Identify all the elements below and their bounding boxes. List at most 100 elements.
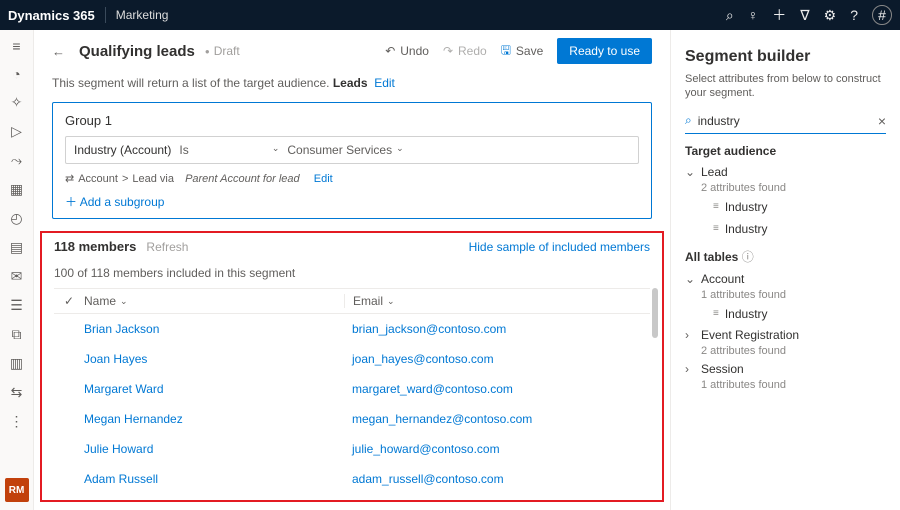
tree-session[interactable]: ›Session xyxy=(685,359,886,379)
search-input[interactable] xyxy=(698,114,878,128)
chevron-down-icon: ⌄ xyxy=(396,143,404,157)
all-tables-label: All tables ⓘ xyxy=(685,248,886,265)
edit-path-link[interactable]: Edit xyxy=(314,173,333,185)
user-badge[interactable]: RM xyxy=(5,478,29,502)
add-subgroup-button[interactable]: ＋ Add a subgroup xyxy=(65,193,639,210)
text-field-icon: ≡ xyxy=(713,223,719,234)
journey-icon[interactable]: ⤳ xyxy=(11,152,22,169)
condition-attribute: Industry (Account) xyxy=(74,143,171,157)
members-count: 118 members xyxy=(54,239,136,254)
member-name[interactable]: Julie Howard xyxy=(84,442,344,456)
copy-icon[interactable]: ⧉ xyxy=(12,326,22,343)
user-avatar[interactable]: # xyxy=(872,5,892,25)
tree-event-count: 2 attributes found xyxy=(685,345,886,357)
page-title: Qualifying leads xyxy=(79,43,195,60)
member-name[interactable]: Margaret Ward xyxy=(84,382,344,396)
library-icon[interactable]: ▥ xyxy=(10,355,23,372)
redo-button[interactable]: ↷Redo xyxy=(443,44,487,58)
mail-icon[interactable]: ✉ xyxy=(11,268,23,285)
tree-session-count: 1 attributes found xyxy=(685,379,886,391)
search-icon[interactable]: ⌕ xyxy=(726,7,734,24)
pin-icon[interactable]: ✧ xyxy=(11,94,23,111)
member-email[interactable]: margaret_ward@contoso.com xyxy=(344,382,650,396)
members-table: ✓ Name⌄ Email⌄ Brian Jacksonbrian_jackso… xyxy=(54,288,650,494)
table-row[interactable]: Joan Hayesjoan_hayes@contoso.com xyxy=(54,344,650,374)
column-name[interactable]: Name⌄ xyxy=(84,294,344,308)
sidebar-help: Select attributes from below to construc… xyxy=(685,72,886,101)
help-icon[interactable]: ? xyxy=(850,7,858,23)
form-icon[interactable]: ☰ xyxy=(10,297,23,314)
column-email[interactable]: Email⌄ xyxy=(344,294,650,308)
table-row[interactable]: Adam Russelladam_russell@contoso.com xyxy=(54,464,650,494)
search-icon: ⌕ xyxy=(685,113,692,128)
play-icon[interactable]: ▷ xyxy=(11,123,22,140)
segment-builder-pane: Segment builder Select attributes from b… xyxy=(670,30,900,510)
info-icon[interactable]: ⓘ xyxy=(742,250,754,264)
redo-icon: ↷ xyxy=(443,44,453,58)
table-row[interactable]: Megan Hernandezmegan_hernandez@contoso.c… xyxy=(54,404,650,434)
relationship-path: ⇄ Account > Lead via Parent Account for … xyxy=(65,172,639,185)
member-name[interactable]: Megan Hernandez xyxy=(84,412,344,426)
clock-icon[interactable]: ◴ xyxy=(10,210,22,227)
clear-search-icon[interactable]: × xyxy=(878,113,886,129)
save-button[interactable]: 🖫Save xyxy=(501,41,544,62)
add-icon[interactable]: ＋ xyxy=(772,5,786,25)
tree-event-registration[interactable]: ›Event Registration xyxy=(685,325,886,345)
segment-description: This segment will return a list of the t… xyxy=(34,72,670,102)
hide-sample-link[interactable]: Hide sample of included members xyxy=(469,240,650,254)
table-row[interactable]: Julie Howardjulie_howard@contoso.com xyxy=(54,434,650,464)
back-button[interactable]: ← xyxy=(52,44,65,59)
global-nav: Dynamics 365 Marketing ⌕ ♀ ＋ ∇ ⚙ ? # xyxy=(0,0,900,30)
relation-icon: ⇄ xyxy=(65,172,74,185)
condition-operator-dropdown[interactable]: Is⌄ xyxy=(179,143,279,157)
select-all-checkbox[interactable]: ✓ xyxy=(54,294,84,308)
member-email[interactable]: adam_russell@contoso.com xyxy=(344,472,650,486)
group-title: Group 1 xyxy=(65,113,639,128)
tree-account[interactable]: ⌄Account xyxy=(685,269,886,289)
members-subtext: 100 of 118 members included in this segm… xyxy=(54,266,650,280)
member-email[interactable]: brian_jackson@contoso.com xyxy=(344,322,650,336)
undo-icon: ↶ xyxy=(385,44,395,58)
group-block[interactable]: Group 1 Industry (Account) Is⌄ Consumer … xyxy=(52,102,652,219)
attr-industry[interactable]: ≡Industry xyxy=(685,303,886,325)
chart-icon[interactable]: ▤ xyxy=(10,239,23,256)
condition-value-dropdown[interactable]: Consumer Services⌄ xyxy=(287,143,403,157)
menu-icon[interactable]: ≡ xyxy=(12,38,20,54)
scrollbar[interactable] xyxy=(652,288,658,338)
sort-icon: ⌄ xyxy=(120,296,128,307)
refresh-button[interactable]: Refresh xyxy=(146,240,188,254)
table-row[interactable]: Margaret Wardmargaret_ward@contoso.com xyxy=(54,374,650,404)
tree-lead[interactable]: ⌄Lead xyxy=(685,162,886,182)
flow-icon[interactable]: ⇆ xyxy=(11,384,23,401)
recent-icon[interactable]: ◔ xyxy=(12,66,20,82)
more-icon[interactable]: ⋮ xyxy=(10,413,24,430)
tree-lead-count: 2 attributes found xyxy=(685,182,886,194)
command-bar: ← Qualifying leads Draft ↶Undo ↷Redo 🖫Sa… xyxy=(34,30,670,72)
filter-icon[interactable]: ∇ xyxy=(800,7,809,24)
text-field-icon: ≡ xyxy=(713,201,719,212)
chevron-down-icon: ⌄ xyxy=(685,272,697,286)
text-field-icon: ≡ xyxy=(713,308,719,319)
gear-icon[interactable]: ⚙ xyxy=(824,7,837,24)
brand-label[interactable]: Dynamics 365 xyxy=(8,8,95,23)
edit-description-link[interactable]: Edit xyxy=(374,76,395,90)
member-name[interactable]: Brian Jackson xyxy=(84,322,344,336)
member-name[interactable]: Adam Russell xyxy=(84,472,344,486)
divider xyxy=(105,7,106,23)
lightbulb-icon[interactable]: ♀ xyxy=(748,7,759,23)
undo-button[interactable]: ↶Undo xyxy=(385,44,429,58)
table-row[interactable]: Brian Jacksonbrian_jackson@contoso.com xyxy=(54,314,650,344)
condition-row[interactable]: Industry (Account) Is⌄ Consumer Services… xyxy=(65,136,639,164)
member-email[interactable]: megan_hernandez@contoso.com xyxy=(344,412,650,426)
app-name[interactable]: Marketing xyxy=(116,8,169,22)
attribute-search[interactable]: ⌕ × xyxy=(685,111,886,134)
sort-icon: ⌄ xyxy=(387,296,395,307)
member-email[interactable]: julie_howard@contoso.com xyxy=(344,442,650,456)
attr-industry[interactable]: ≡Industry xyxy=(685,218,886,240)
attr-industry[interactable]: ≡Industry xyxy=(685,196,886,218)
ready-to-use-button[interactable]: Ready to use xyxy=(557,38,652,64)
member-email[interactable]: joan_hayes@contoso.com xyxy=(344,352,650,366)
grid-icon[interactable]: ▦ xyxy=(10,181,23,198)
tree-account-count: 1 attributes found xyxy=(685,289,886,301)
member-name[interactable]: Joan Hayes xyxy=(84,352,344,366)
